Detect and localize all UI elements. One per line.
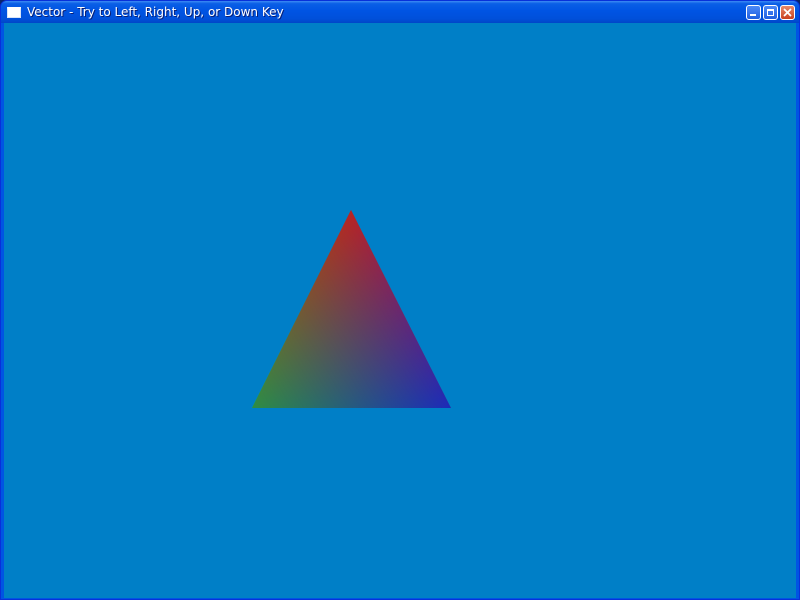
- window-title: Vector - Try to Left, Right, Up, or Down…: [27, 5, 284, 19]
- application-window-icon[interactable]: [7, 6, 21, 18]
- minimize-icon: [750, 14, 756, 16]
- app-window: Vector - Try to Left, Right, Up, or Down…: [0, 0, 800, 600]
- triangle-red-wash: [252, 210, 451, 408]
- close-icon: [783, 8, 792, 17]
- minimize-button[interactable]: [746, 5, 761, 20]
- close-button[interactable]: [780, 5, 795, 20]
- window-controls: [746, 5, 795, 20]
- maximize-button[interactable]: [763, 5, 778, 20]
- rgb-triangle: [252, 210, 451, 408]
- maximize-icon: [767, 9, 774, 16]
- render-canvas[interactable]: [4, 23, 796, 598]
- title-bar[interactable]: Vector - Try to Left, Right, Up, or Down…: [1, 1, 799, 23]
- scene-svg: [252, 210, 451, 408]
